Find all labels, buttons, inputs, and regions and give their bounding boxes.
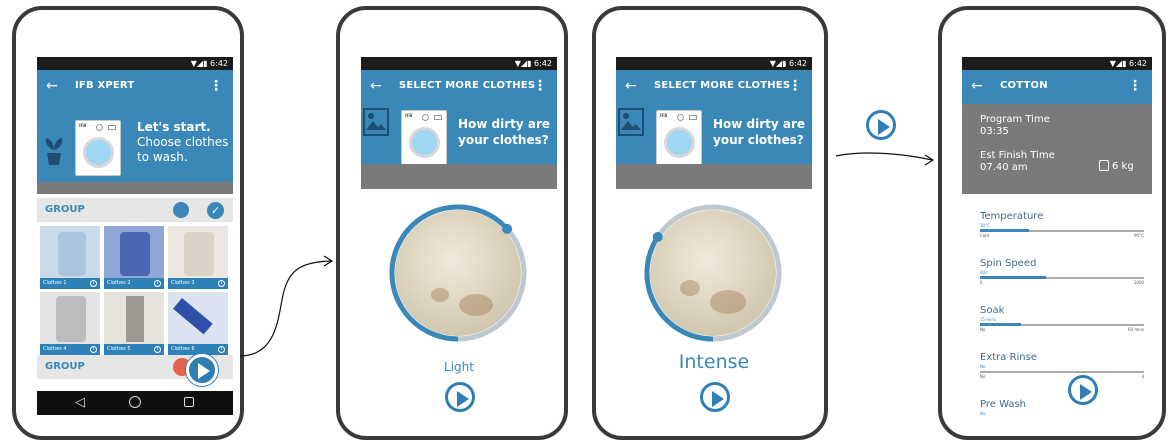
next-play-button[interactable] bbox=[700, 382, 730, 412]
hero-banner: IFB How dirty are your clothes? bbox=[616, 104, 812, 166]
setting-label: Temperature bbox=[980, 211, 1044, 222]
dial-handle[interactable] bbox=[652, 231, 663, 242]
setting-row[interactable]: Temperature 30°C Cold 95°C bbox=[980, 211, 1144, 238]
dial-handle[interactable] bbox=[502, 223, 513, 234]
page-title: SELECT MORE CLOTHES bbox=[399, 80, 536, 91]
next-play-button[interactable] bbox=[445, 382, 475, 412]
back-arrow-icon[interactable]: ← bbox=[971, 77, 983, 95]
phone-frame-4: ▼◢▮ 6:42 ← COTTON ⋮ Program Time 03:35 E… bbox=[938, 6, 1166, 440]
dirt-level-dial[interactable] bbox=[387, 202, 529, 344]
setting-max: 1000 bbox=[1133, 280, 1144, 285]
app-bar: ← SELECT MORE CLOTHES ⋮ bbox=[616, 70, 812, 104]
washing-machine-image: IFB bbox=[401, 110, 447, 166]
setting-min: No bbox=[980, 374, 986, 379]
hero-banner: IFB How dirty are your clothes? bbox=[361, 104, 557, 166]
setting-label: Extra Rinse bbox=[980, 352, 1038, 363]
setting-current-value: 30°C bbox=[980, 223, 990, 228]
dirt-level-label: Intense bbox=[678, 351, 750, 373]
setting-min: 0 bbox=[980, 280, 983, 285]
finish-time-label: Est Finish Time bbox=[980, 150, 1055, 161]
setting-current-value: 400 bbox=[980, 270, 988, 275]
setting-current-value: No bbox=[980, 364, 986, 369]
page-title: SELECT MORE CLOTHES bbox=[654, 80, 791, 91]
finish-time-value: 07.40 am bbox=[980, 162, 1028, 173]
setting-row[interactable]: Extra Rinse No No 3 bbox=[980, 352, 1144, 379]
overflow-menu-icon[interactable]: ⋮ bbox=[1128, 78, 1142, 94]
back-arrow-icon[interactable]: ← bbox=[370, 77, 382, 95]
transition-play-button[interactable] bbox=[866, 110, 896, 140]
setting-row[interactable]: Spin Speed 400 0 1000 bbox=[980, 258, 1144, 285]
setting-min: Cold bbox=[980, 233, 989, 238]
page-title: COTTON bbox=[1000, 80, 1048, 91]
back-arrow-icon[interactable]: ← bbox=[625, 77, 637, 95]
dirt-level-ring bbox=[644, 204, 782, 342]
image-placeholder-icon bbox=[618, 108, 644, 136]
grey-band bbox=[616, 164, 812, 189]
overflow-menu-icon[interactable]: ⋮ bbox=[533, 78, 547, 94]
setting-label: Soak bbox=[980, 305, 1005, 316]
program-info-panel: Program Time 03:35 Est Finish Time 07.40… bbox=[962, 104, 1152, 194]
dirt-level-label: Light bbox=[444, 360, 474, 374]
program-time-label: Program Time bbox=[980, 114, 1050, 125]
weight-bag-icon bbox=[1099, 160, 1109, 171]
phone-frame-2: ▼◢▮ 6:42 ← SELECT MORE CLOTHES ⋮ IFB How… bbox=[336, 6, 568, 440]
app-bar: ← SELECT MORE CLOTHES ⋮ bbox=[361, 70, 557, 104]
setting-label: Spin Speed bbox=[980, 258, 1037, 269]
app-bar: ← COTTON ⋮ bbox=[962, 70, 1152, 104]
setting-row[interactable]: Soak 15 mins No 60 mins bbox=[980, 305, 1144, 332]
setting-max: 3 bbox=[1141, 374, 1144, 379]
status-bar: ▼◢▮ 6:42 bbox=[962, 57, 1152, 70]
question-line-2: your clothes? bbox=[713, 133, 804, 147]
load-weight: 6 kg bbox=[1112, 161, 1134, 172]
dirt-level-ring bbox=[389, 204, 527, 342]
phone-frame-3: ▼◢▮ 6:42 ← SELECT MORE CLOTHES ⋮ IFB How… bbox=[592, 6, 828, 440]
setting-current-value: No bbox=[980, 411, 986, 415]
setting-max: 60 mins bbox=[1128, 327, 1144, 332]
setting-min: No bbox=[980, 327, 986, 332]
dirt-level-dial[interactable] bbox=[642, 202, 784, 344]
dial-fill bbox=[389, 204, 509, 342]
dial-fill bbox=[644, 235, 714, 342]
image-placeholder-icon bbox=[363, 108, 389, 136]
setting-current-value: 15 mins bbox=[980, 317, 996, 322]
status-bar: ▼◢▮ 6:42 bbox=[361, 57, 557, 70]
setting-label: Pre Wash bbox=[980, 399, 1027, 410]
question-line-1: How dirty are bbox=[713, 117, 806, 131]
screen-4: ▼◢▮ 6:42 ← COTTON ⋮ Program Time 03:35 E… bbox=[962, 57, 1152, 415]
screen-3: ▼◢▮ 6:42 ← SELECT MORE CLOTHES ⋮ IFB How… bbox=[616, 57, 812, 415]
setting-max: 95°C bbox=[1134, 233, 1144, 238]
program-time-value: 03:35 bbox=[980, 126, 1009, 137]
grey-band bbox=[361, 164, 557, 189]
question-line-2: your clothes? bbox=[458, 133, 549, 147]
washing-machine-image: IFB bbox=[656, 110, 702, 166]
screen-2: ▼◢▮ 6:42 ← SELECT MORE CLOTHES ⋮ IFB How… bbox=[361, 57, 557, 415]
question-line-1: How dirty are bbox=[458, 117, 551, 131]
status-bar: ▼◢▮ 6:42 bbox=[616, 57, 812, 70]
setting-row[interactable]: Pre WashNoNoYes bbox=[980, 399, 1144, 415]
overflow-menu-icon[interactable]: ⋮ bbox=[788, 78, 802, 94]
settings-list: Temperature 30°C Cold 95°C Spin Speed 400 0 100… bbox=[962, 194, 1152, 415]
start-play-button[interactable] bbox=[1068, 375, 1098, 405]
